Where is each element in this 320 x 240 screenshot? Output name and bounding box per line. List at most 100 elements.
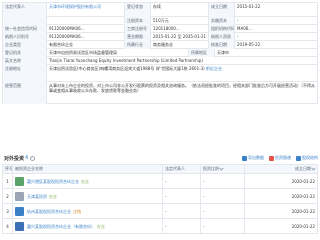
address-label: 注册地址 [3, 65, 47, 82]
export-icon [242, 155, 247, 161]
address-value: 天津自贸试验区(中心商务区)响螺湾商务区迎宾大道1988号 (旷世国际大厦1栋 … [47, 65, 318, 82]
invest-graph-button[interactable]: 投资图谱 [269, 155, 291, 161]
credit-code-value: 91120000MA06... [47, 25, 125, 33]
company-type-value: 有限合伙企业 [47, 41, 125, 49]
company-name-link[interactable]: 杭州某股权投资合伙企业 [27, 209, 71, 215]
row-date: 2020-01-22 [245, 174, 318, 189]
scope-value: 从事对未上市企业的投资，对上市公司非公开发行股票的投资及相关咨询服务。（依法须经… [47, 82, 318, 104]
reg-date-value: 2015-01-22 [235, 3, 318, 17]
capital-value: 510万元 [151, 17, 209, 25]
col-date-label: 成立日期 [295, 166, 311, 171]
sort-icon [311, 166, 316, 171]
invest-graph-label: 投资图谱 [275, 155, 291, 160]
equity-chart-label: 股权结构 [302, 155, 318, 160]
info-row-scope: 经营范围 从事对未上市企业的投资，对上市公司非公开发行股票的投资及相关咨询服务。… [3, 82, 318, 104]
row-ratio: - [201, 219, 245, 234]
company-logo [15, 192, 24, 201]
status-label: 登记状态 [125, 3, 151, 17]
status-tag: 在业 [49, 193, 57, 199]
equity-chart-button[interactable]: 股权结构 [296, 155, 318, 161]
english-name-value: Tianjin Tiarai Yuanchang Equity Investme… [47, 57, 318, 65]
capital-label: 注册资本 [125, 17, 151, 25]
info-row-type: 企业类型 有限合伙企业 所属行业 商务服务业 核准日期 2019-05-22 [3, 41, 318, 49]
english-name-label: 英文名称 [3, 57, 47, 65]
row-rep: - [163, 219, 201, 234]
investment-section: 对外投资 4 导出数据 投资图谱 股权结构 序号 被投资企业名称 法定代表人 投… [2, 152, 318, 234]
row-ratio: - [201, 189, 245, 204]
taxpayer-id-value: 91120000MA06... [47, 33, 125, 41]
company-type-label: 企业类型 [3, 41, 47, 49]
row-company: 杭州某股权投资合伙企业 注销 [13, 204, 163, 219]
row-rep: - [163, 189, 201, 204]
col-name: 被投资企业名称 [13, 165, 163, 173]
area-label: 所属地区 [189, 49, 215, 57]
col-index: 序号 [5, 165, 13, 173]
taxpayer-qual-label: 纳税人资质 [209, 33, 235, 41]
company-name-link[interactable]: 天津某投资 [27, 194, 47, 200]
row-index: 3 [3, 204, 13, 219]
row-rep: - [163, 174, 201, 189]
authority-label: 登记机关 [3, 49, 47, 57]
info-row-taxpayer: 纳税人识别号 91120000MA06... 营业期限 2015-01-22 至… [3, 33, 318, 41]
info-row-address: 注册地址 天津自贸试验区(中心商务区)响螺湾商务区迎宾大道1988号 (旷世国际… [3, 65, 318, 82]
row-company: 嘉兴某股权投资合伙企业（有限合伙） 在业 [13, 219, 163, 234]
graph-icon [269, 155, 274, 161]
reg-no-label: 工商注册号 [125, 25, 151, 33]
table-row[interactable]: 1 嘉兴港区某股权投资合伙企业 在业 - -2020-01-22 [3, 174, 318, 189]
approval-label: 核准日期 [209, 41, 235, 49]
row2-label [3, 17, 47, 25]
period-label: 营业期限 [125, 33, 151, 41]
col-ratio[interactable]: 投资比例 [201, 165, 245, 173]
period-value: 2015-01-22 至 2035-01-21 [151, 33, 209, 41]
export-button[interactable]: 导出数据 [242, 155, 264, 161]
legal-rep-value[interactable]: 天津市环境保护股份有限公司 [47, 3, 125, 17]
table-row[interactable]: 3 杭州某股权投资合伙企业 注销 - -2020-01-22 [3, 204, 318, 219]
row-ratio: - [201, 204, 245, 219]
industry-label: 所属行业 [125, 41, 151, 49]
table-row[interactable]: 2 天津某投资 在业 - -2020-01-22 [3, 189, 318, 204]
taxpayer-qual-value: - [235, 33, 318, 41]
row-company: 嘉兴港区某股权投资合伙企业 在业 [13, 174, 163, 189]
org-code-label: 组织机构代码 [209, 25, 235, 33]
reg-no-value: 120118000... [151, 25, 209, 33]
info-row-legal-rep: 法定代表人 天津市环境保护股份有限公司 登记状态 存续 成立日期 2015-01… [3, 3, 318, 17]
industry-value: 商务服务业 [151, 41, 209, 49]
scope-label: 经营范围 [3, 82, 47, 104]
status-tag: 在业 [81, 178, 89, 184]
approval-value: 2019-05-22 [235, 41, 318, 49]
investment-count: 4 [25, 155, 29, 161]
company-info-table: 法定代表人 天津市环境保护股份有限公司 登记状态 存续 成立日期 2015-01… [2, 2, 318, 104]
investment-actions: 导出数据 投资图谱 股权结构 [242, 155, 318, 161]
nearby-link[interactable]: 附近企业 [206, 66, 222, 71]
info-row-capital: 注册资本 510万元 实缴资本 - [3, 17, 318, 25]
credit-code-label: 统一社会信用代码 [3, 25, 47, 33]
org-code-value: MA06... [235, 25, 318, 33]
company-logo [15, 207, 24, 216]
reg-date-label: 成立日期 [209, 3, 235, 17]
row-rep: - [163, 204, 201, 219]
col-ratio-label: 投资比例 [203, 166, 219, 171]
address-text: 天津自贸试验区(中心商务区)响螺湾商务区迎宾大道1988号 (旷世国际大厦1栋 … [49, 66, 205, 71]
col-date[interactable]: 成立日期 [245, 165, 318, 173]
area-value: 天津市 [215, 49, 318, 57]
row2-value [47, 17, 125, 25]
status-value: 存续 [151, 3, 209, 17]
row-ratio: - [201, 174, 245, 189]
row-index: 2 [3, 189, 13, 204]
row-index: 1 [3, 174, 13, 189]
legal-rep-label: 法定代表人 [3, 3, 47, 17]
investment-table: 序号 被投资企业名称 法定代表人 投资比例 成立日期 1 嘉兴港区某股权投资合伙企… [2, 164, 318, 234]
investment-header: 对外投资 4 导出数据 投资图谱 股权结构 [2, 152, 318, 164]
sort-icon [219, 166, 224, 171]
chart-icon [296, 155, 301, 161]
row-index: 4 [3, 219, 13, 234]
company-name-link[interactable]: 嘉兴港区某股权投资合伙企业 [27, 179, 79, 185]
paidin-value: - [235, 17, 318, 25]
table-row[interactable]: 4 嘉兴某股权投资合伙企业（有限合伙） 在业 - -2020-01-22 [3, 219, 318, 234]
status-tag: 在业 [97, 223, 105, 229]
table-header: 序号 被投资企业名称 法定代表人 投资比例 成立日期 [3, 165, 318, 174]
status-tag: 注销 [73, 208, 81, 214]
row-date: 2020-01-22 [245, 204, 318, 219]
help-circle-icon[interactable] [30, 155, 36, 161]
company-name-link[interactable]: 嘉兴某股权投资合伙企业（有限合伙） [27, 224, 95, 230]
